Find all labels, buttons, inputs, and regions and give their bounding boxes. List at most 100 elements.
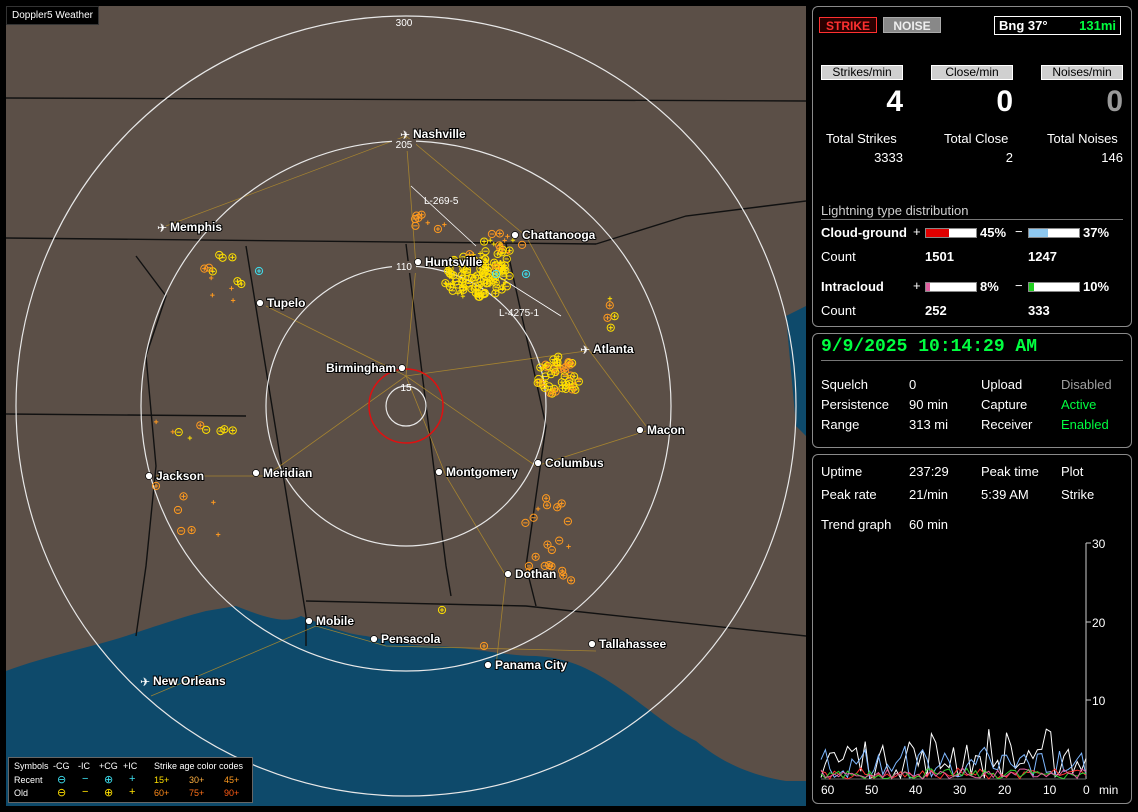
city-dot-icon (145, 472, 153, 480)
ic-count-label: Count (821, 303, 856, 318)
trend-xtick-40: 40 (909, 783, 923, 797)
city-dot-icon (504, 570, 512, 578)
city-dot-icon (256, 299, 264, 307)
city-dot-icon (534, 459, 542, 467)
ic-positive-count: 252 (925, 303, 947, 318)
ic-negative-pct: 10% (1083, 279, 1110, 294)
city-dot-icon (511, 231, 519, 239)
receiver-label: Receiver (981, 417, 1033, 432)
age-30: 30+ (189, 775, 205, 785)
city-columbus: Columbus (534, 455, 605, 471)
age-15: 15+ (154, 775, 170, 785)
city-name: Mobile (316, 614, 354, 628)
persistence-value: 90 min (909, 397, 949, 412)
cg-positive-bar (925, 228, 977, 238)
trend-ytick-10: 10 (1092, 694, 1106, 708)
city-name: Macon (647, 423, 685, 437)
cloud-ground-label: Cloud-ground (821, 225, 907, 240)
city-dot-icon (252, 469, 260, 477)
squelch-label: Squelch (821, 377, 868, 392)
strike-stats-panel: STRIKE NOISE Bng 37° 131mi Strikes/min C… (812, 6, 1132, 327)
city-dot-icon (636, 426, 644, 434)
city-name: Chattanooga (522, 228, 596, 242)
trend-graph-label: Trend graph (821, 517, 892, 532)
city-name: Birmingham (326, 361, 396, 375)
legend-old-label: Old (14, 788, 29, 798)
plot-value[interactable]: Strike (1061, 487, 1094, 502)
trend-x-unit: min (1099, 783, 1118, 797)
uptime-label: Uptime (821, 464, 863, 479)
intracloud-label: Intracloud (821, 279, 884, 294)
city-atlanta: ✈ Atlanta (580, 341, 635, 357)
trend-ytick-30: 30 (1092, 537, 1106, 551)
city-name: Atlanta (593, 342, 634, 356)
city-pensacola: Pensacola (370, 631, 442, 647)
noise-mode-button[interactable]: NOISE (883, 17, 941, 33)
city-huntsville: Huntsville (414, 254, 484, 270)
map-canvas[interactable]: 300 205 110 15 L-269-5 L-4275-1 ✈ Nashvil… (6, 6, 806, 806)
settings-panel: 9/9/2025 10:14:29 AM Squelch 0 Persisten… (812, 333, 1132, 448)
squelch-value: 0 (909, 377, 917, 392)
legend-recent-label: Recent (14, 775, 43, 785)
range-label-300: 300 (396, 18, 413, 29)
city-memphis: ✈ Memphis (157, 219, 223, 235)
cg-count-label: Count (821, 249, 856, 264)
strikes-per-min-label: Strikes/min (821, 65, 903, 80)
recent-nic-icon: − (82, 773, 89, 785)
city-panama-city: Panama City (484, 657, 568, 673)
age-45: 45+ (224, 775, 240, 785)
range-label: Range (821, 417, 860, 432)
total-close-value: 2 (1005, 150, 1013, 165)
bearing-value: Bng 37° (999, 18, 1048, 33)
old-pic-icon: + (129, 786, 136, 798)
airport-icon: ✈ (580, 343, 590, 357)
persistence-label: Persistence (821, 397, 889, 412)
city-name: Pensacola (381, 632, 441, 646)
airport-icon: ✈ (157, 221, 167, 235)
settings-divider (821, 360, 1123, 361)
recent-pcg-icon: ⊕ (104, 774, 114, 786)
city-name: Nashville (413, 127, 466, 141)
plot-label: Plot (1061, 464, 1084, 479)
city-chattanooga: Chattanooga (511, 227, 597, 243)
upload-value: Disabled (1061, 377, 1112, 392)
capture-value: Active (1061, 397, 1097, 412)
cg-positive-pct: 45% (980, 225, 1007, 240)
airport-icon: ✈ (140, 675, 150, 689)
age-90: 90+ (224, 788, 240, 798)
recent-pic-icon: + (129, 773, 136, 785)
city-tallahassee: Tallahassee (588, 636, 667, 652)
city-name: Huntsville (425, 255, 483, 269)
total-strikes-label: Total Strikes (826, 131, 897, 146)
ic-negative-count: 333 (1028, 303, 1050, 318)
city-name: Panama City (495, 658, 567, 672)
peak-time-label: Peak time (981, 464, 1039, 479)
age-60: 60+ (154, 788, 170, 798)
distribution-divider (821, 219, 1123, 220)
strike-mode-button[interactable]: STRIKE (819, 17, 877, 33)
ic-negative-sign: − (1015, 278, 1023, 293)
peak-time-value: 5:39 AM (981, 487, 1029, 502)
trend-ytick-20: 20 (1092, 616, 1106, 630)
city-dot-icon (435, 468, 443, 476)
legend-header-ncg: -CG (53, 761, 70, 771)
old-pcg-icon: ⊕ (104, 787, 114, 799)
cg-negative-bar (1028, 228, 1080, 238)
city-name: Tupelo (267, 296, 305, 310)
city-dot-icon (305, 617, 313, 625)
range-label-15: 15 (400, 383, 412, 394)
city-montgomery: Montgomery (435, 464, 519, 480)
uptime-value: 237:29 (909, 464, 949, 479)
noises-per-min-value: 0 (1106, 85, 1123, 118)
city-dot-icon (414, 258, 422, 266)
city-nashville: ✈ Nashville (400, 126, 467, 142)
trend-xtick-30: 30 (953, 783, 967, 797)
airport-icon: ✈ (400, 128, 410, 142)
track-label-1: L-269-5 (424, 196, 459, 207)
lightning-map[interactable]: 300 205 110 15 L-269-5 L-4275-1 ✈ Nashvil… (6, 6, 806, 806)
bearing-readout: Bng 37° 131mi (994, 16, 1121, 35)
map-title: Doppler5 Weather (6, 6, 99, 25)
cg-positive-sign: + (913, 224, 921, 239)
trend-graph: 30 20 10 60 50 40 30 20 10 0 min (820, 537, 1118, 797)
peak-rate-label: Peak rate (821, 487, 877, 502)
